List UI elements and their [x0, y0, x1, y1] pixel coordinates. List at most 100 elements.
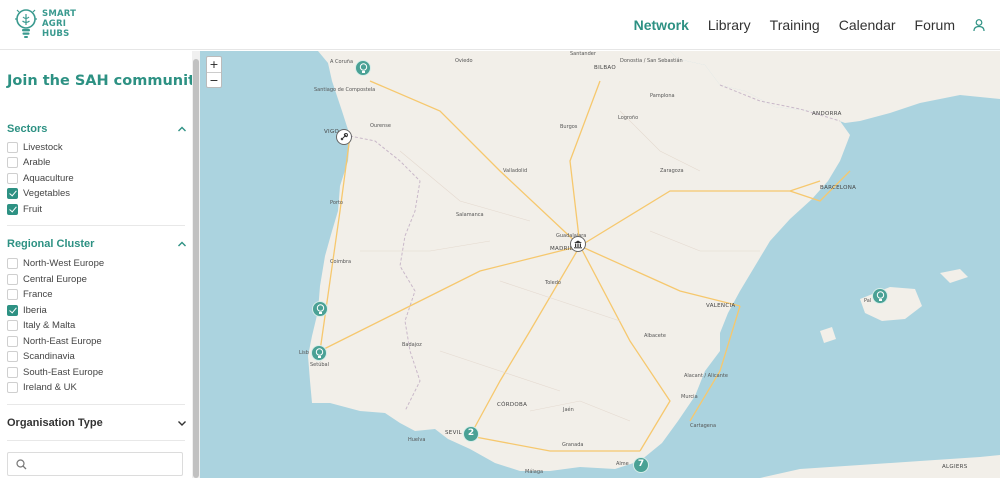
checkbox-label: Ireland & UK [23, 382, 77, 393]
region-south-east-europe[interactable]: South-East Europe [7, 366, 103, 379]
city-sevilla: SEVIL [445, 430, 462, 436]
nav-library[interactable]: Library [708, 17, 751, 33]
sectors-header[interactable]: Sectors [7, 123, 187, 137]
nav-forum[interactable]: Forum [915, 17, 955, 33]
map-marker-central-portugal[interactable] [312, 301, 328, 317]
nav-calendar[interactable]: Calendar [839, 17, 896, 33]
map-marker-madrid[interactable] [570, 236, 586, 252]
sector-vegetables[interactable]: Vegetables [7, 187, 70, 200]
city-murcia: Murcia [681, 394, 698, 400]
region-north-west-europe[interactable]: North-West Europe [7, 257, 104, 270]
bulb-icon [359, 62, 367, 73]
region-ireland-uk[interactable]: Ireland & UK [7, 381, 77, 394]
city-donostia: Donostia / San Sebastián [620, 58, 683, 64]
checkbox-label: Arable [23, 157, 51, 168]
checkbox[interactable] [7, 173, 18, 184]
checkbox[interactable] [7, 351, 18, 362]
checkbox-label: North-East Europe [23, 336, 102, 347]
sector-fruit[interactable]: Fruit [7, 203, 42, 216]
map-marker-vigo[interactable] [336, 129, 352, 145]
city-bilbao: BILBAO [594, 65, 617, 71]
main-nav: Network Library Training Calendar Forum [634, 0, 1000, 50]
checkbox-label: Central Europe [23, 274, 87, 285]
sector-arable[interactable]: Arable [7, 156, 50, 169]
region-north-east-europe[interactable]: North-East Europe [7, 335, 102, 348]
bulb-icon [316, 303, 324, 314]
logo-line-3: HUBS [42, 29, 70, 39]
bulb-icon [315, 347, 323, 358]
network-map[interactable]: A Coruña Santiago de Compostela VIGO Our… [200, 51, 1000, 478]
checkbox-label: Livestock [23, 142, 63, 153]
checkbox[interactable] [7, 336, 18, 347]
bulb-icon [876, 290, 884, 301]
chevron-down-icon[interactable] [177, 418, 187, 428]
city-badajoz: Badajoz [402, 342, 422, 348]
checkbox[interactable] [7, 258, 18, 269]
sector-livestock[interactable]: Livestock [7, 141, 63, 154]
checkbox-checked[interactable] [7, 188, 18, 199]
search-input[interactable] [32, 456, 180, 472]
sidebar-title: Join the SAH community [7, 73, 200, 89]
city-almeria: Alme [616, 461, 629, 467]
map-marker-lisbon[interactable] [311, 345, 327, 361]
city-santiago: Santiago de Compostela [314, 87, 376, 93]
region-scandinavia[interactable]: Scandinavia [7, 350, 75, 363]
city-pamplona: Pamplona [650, 93, 675, 99]
region-iberia[interactable]: Iberia [7, 304, 47, 317]
city-toledo: Toledo [545, 280, 561, 286]
map-cluster-almeria[interactable]: 7 [633, 457, 649, 473]
checkbox-label: Iberia [23, 305, 47, 316]
nav-training[interactable]: Training [770, 17, 820, 33]
checkbox[interactable] [7, 320, 18, 331]
sector-aquaculture[interactable]: Aquaculture [7, 172, 74, 185]
city-algiers: ALGIERS [942, 464, 968, 470]
checkbox-checked[interactable] [7, 305, 18, 316]
city-logrono: Logroño [618, 115, 639, 121]
map-marker-a-coruna[interactable] [355, 60, 371, 76]
city-malaga: Málaga [525, 469, 544, 475]
regional-cluster-header[interactable]: Regional Cluster [7, 238, 187, 252]
city-huelva: Huelva [408, 437, 426, 443]
checkbox[interactable] [7, 157, 18, 168]
checkbox[interactable] [7, 274, 18, 285]
map-cluster-sevilla[interactable]: 2 [463, 426, 479, 442]
checkbox[interactable] [7, 289, 18, 300]
user-icon[interactable] [972, 18, 986, 32]
zoom-in-button[interactable]: + [207, 57, 221, 72]
logo-wordmark: SMART AGRI HUBS [42, 9, 76, 39]
chevron-up-icon[interactable] [177, 124, 187, 134]
logo-line-2: AGRI [42, 19, 67, 29]
organisation-type-header[interactable]: Organisation Type [7, 417, 187, 431]
region-central-europe[interactable]: Central Europe [7, 273, 87, 286]
checkbox-label: South-East Europe [23, 367, 104, 378]
checkbox-label: Fruit [23, 204, 42, 215]
city-porto: Porto [330, 200, 343, 206]
region-italy-malta[interactable]: Italy & Malta [7, 319, 75, 332]
top-header: SMART AGRI HUBS Network Library Training… [0, 0, 1000, 50]
city-salamanca: Salamanca [456, 212, 484, 218]
building-icon [574, 240, 582, 249]
checkbox[interactable] [7, 382, 18, 393]
search-field[interactable] [7, 452, 183, 476]
city-alacant: Alacant / Alicante [684, 373, 728, 379]
city-a-coruna: A Coruña [330, 59, 354, 65]
map-base-layer[interactable] [200, 51, 1000, 478]
checkbox[interactable] [7, 142, 18, 153]
city-burgos: Burgos [560, 124, 578, 130]
city-jaen: Jaén [563, 407, 574, 413]
zoom-out-button[interactable]: − [207, 72, 221, 87]
checkbox-label: Italy & Malta [23, 320, 76, 331]
checkbox[interactable] [7, 367, 18, 378]
checkbox-label: France [23, 289, 53, 300]
checkbox-checked[interactable] [7, 204, 18, 215]
region-france[interactable]: France [7, 288, 53, 301]
checkbox-label: Scandinavia [23, 351, 75, 362]
map-marker-mallorca[interactable] [872, 288, 888, 304]
city-palma: Pal [864, 298, 872, 304]
sidebar-scrollbar-thumb[interactable] [193, 59, 199, 478]
chevron-up-icon[interactable] [177, 239, 187, 249]
city-setubal: Setúbal [310, 362, 330, 368]
nav-network[interactable]: Network [634, 17, 689, 33]
smart-agri-hubs-logo[interactable]: SMART AGRI HUBS [14, 7, 76, 43]
checkbox-label: Aquaculture [23, 173, 74, 184]
